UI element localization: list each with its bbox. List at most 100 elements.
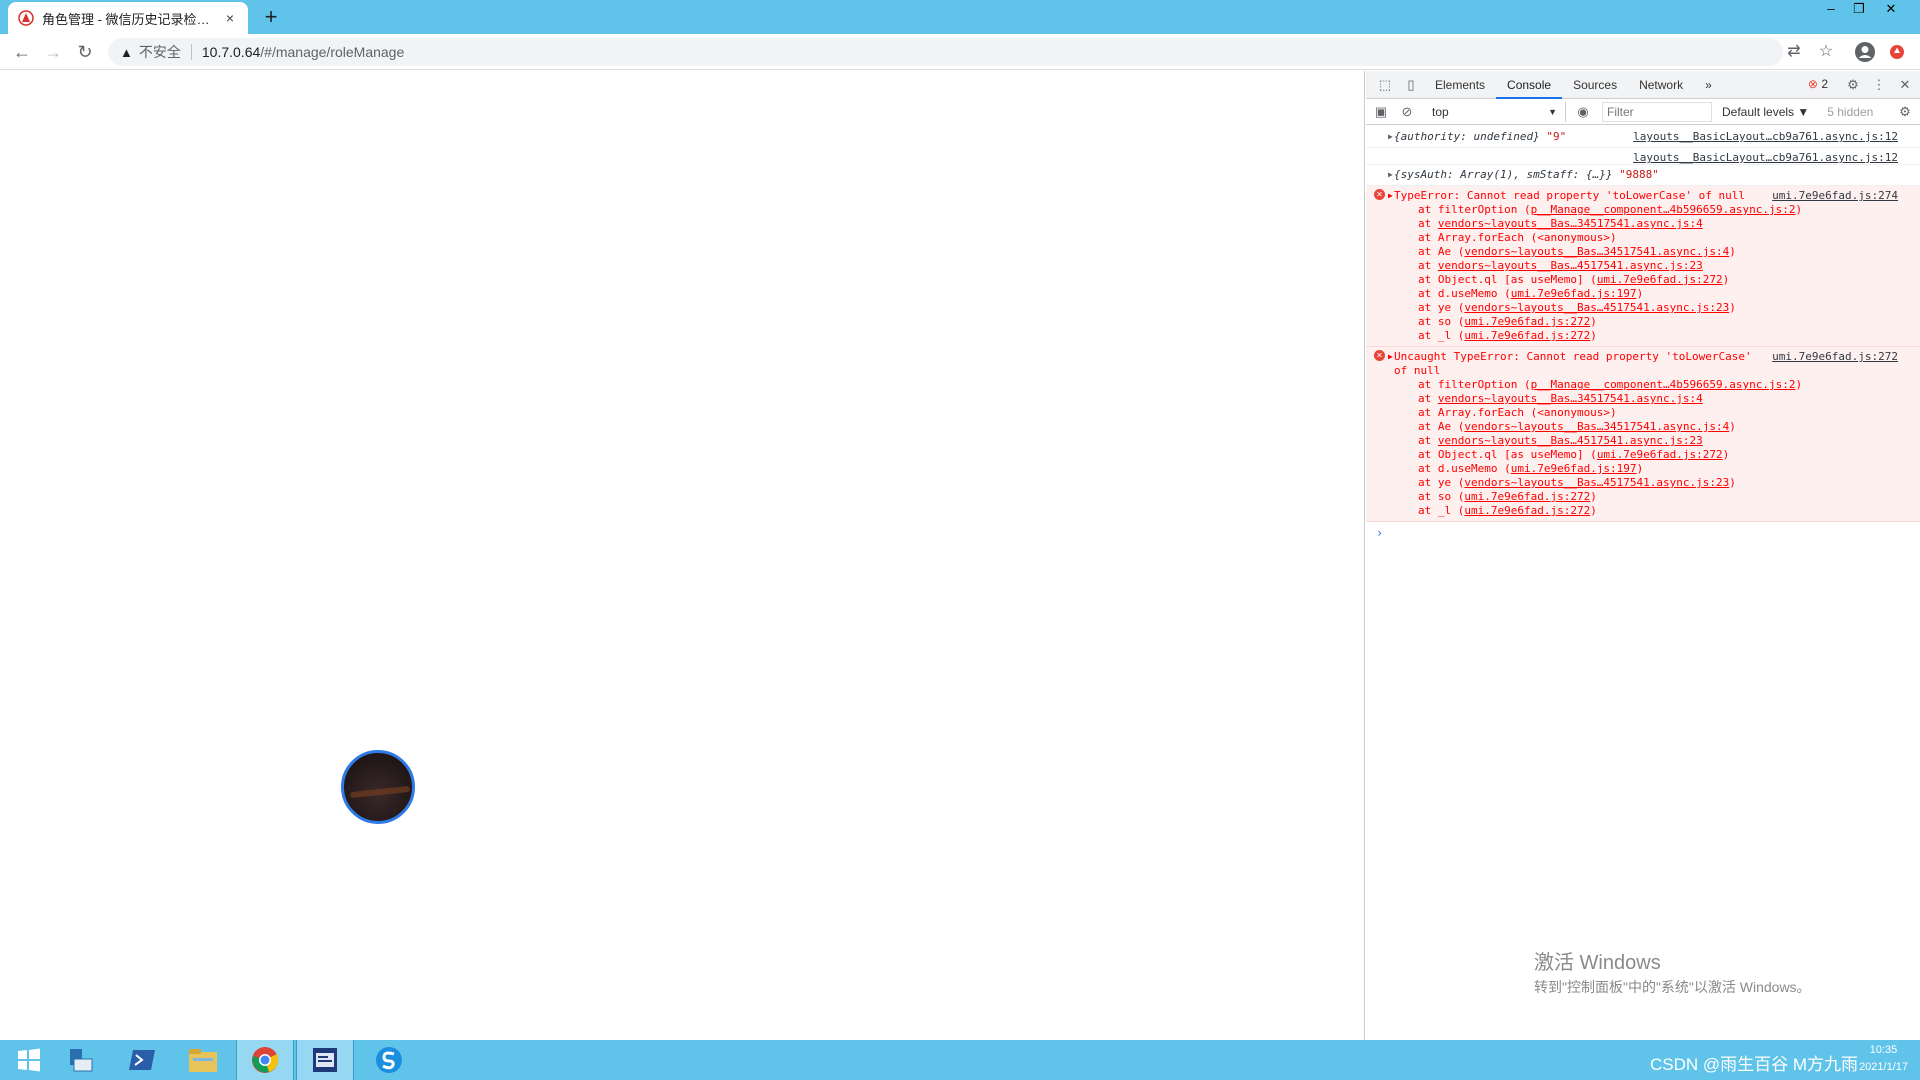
log-entry[interactable]: ▶ {authority: undefined} "9" layouts__Ba… [1366, 127, 1920, 148]
stack-frame-link[interactable]: p__Manage__component…4b596659.async.js:2 [1531, 203, 1796, 216]
stack-frame-close: ) [1729, 245, 1736, 258]
more-tabs-icon[interactable]: » [1694, 71, 1723, 99]
stack-frame-close: ) [1722, 273, 1730, 286]
terminal-app-icon[interactable] [296, 1040, 354, 1080]
clear-console-icon[interactable]: ⊘ [1394, 99, 1420, 125]
sidebar-toggle-icon[interactable]: ▣ [1368, 99, 1394, 125]
profile-avatar-icon[interactable] [1853, 40, 1877, 64]
stack-frame: at _l (umi.7e9e6fad.js:272) [1418, 329, 1896, 343]
live-expression-eye-icon[interactable]: ◉ [1570, 99, 1596, 125]
stack-frame-close: ) [1590, 490, 1597, 503]
back-icon[interactable]: ← [10, 40, 34, 64]
start-button[interactable] [0, 1040, 58, 1080]
console-settings-icon[interactable]: ⚙ [1892, 99, 1918, 125]
omnibox-divider [190, 44, 192, 60]
stack-frame-link[interactable]: vendors~layouts__Bas…34517541.async.js:4 [1438, 392, 1703, 405]
stack-frame-link[interactable]: umi.7e9e6fad.js:272 [1597, 273, 1723, 286]
expand-triangle-icon[interactable]: ▶ [1388, 130, 1393, 144]
stack-frame: at d.useMemo (umi.7e9e6fad.js:197) [1418, 287, 1896, 301]
extension-icon[interactable] [1885, 40, 1909, 64]
tab-sources[interactable]: Sources [1562, 71, 1628, 99]
stack-frame-close: ) [1590, 329, 1597, 342]
error-entry[interactable]: ✕ ▶ Uncaught TypeError: Cannot read prop… [1366, 347, 1920, 522]
stack-frame-link[interactable]: umi.7e9e6fad.js:272 [1464, 329, 1590, 342]
device-toolbar-icon[interactable]: ▯ [1398, 72, 1424, 98]
stack-frame-function: at so ( [1418, 490, 1465, 503]
stack-frame-link[interactable]: umi.7e9e6fad.js:272 [1464, 490, 1590, 503]
close-devtools-icon[interactable]: ✕ [1892, 72, 1918, 98]
log-source-link[interactable]: layouts__BasicLayout…cb9a761.async.js:12 [1633, 130, 1898, 144]
stack-frame: at Array.forEach (<anonymous>) [1418, 231, 1896, 245]
stack-frame-close: ) [1729, 301, 1736, 314]
expand-triangle-icon[interactable]: ▶ [1388, 168, 1393, 182]
restore-button[interactable]: ❐ [1846, 0, 1872, 20]
tab-close-icon[interactable]: × [222, 10, 238, 26]
tab-network[interactable]: Network [1628, 71, 1694, 99]
inspect-element-icon[interactable]: ⬚ [1372, 72, 1398, 98]
stack-frame-link[interactable]: umi.7e9e6fad.js:272 [1464, 315, 1590, 328]
error-entry[interactable]: ✕ ▶ TypeError: Cannot read property 'toL… [1366, 186, 1920, 347]
log-string: "9" [1539, 130, 1567, 143]
expand-triangle-icon[interactable]: ▶ [1388, 350, 1393, 364]
file-explorer-icon[interactable] [174, 1040, 232, 1080]
system-clock[interactable]: 10:35 2021/1/17 [1859, 1042, 1908, 1076]
error-source-link[interactable]: umi.7e9e6fad.js:274 [1772, 189, 1898, 203]
stack-frame-link[interactable]: vendors~layouts__Bas…34517541.async.js:4 [1464, 420, 1729, 433]
minimize-button[interactable]: – [1818, 0, 1844, 20]
chrome-taskbar-icon[interactable] [236, 1040, 294, 1080]
stack-frame-link[interactable]: vendors~layouts__Bas…4517541.async.js:23 [1438, 434, 1703, 447]
tab-title: 角色管理 - 微信历史记录检索系 [42, 11, 222, 27]
stack-frame-link[interactable]: umi.7e9e6fad.js:272 [1464, 504, 1590, 517]
page-content [0, 71, 1365, 1040]
stack-frame-function: at Object.ql [as useMemo] ( [1418, 448, 1597, 461]
log-levels-dropdown[interactable]: Default levels ▼ [1722, 105, 1809, 119]
reload-icon[interactable]: ↻ [73, 40, 97, 64]
windows-taskbar: CSDN @雨生百谷 M方九雨 10:35 2021/1/17 [0, 1040, 1920, 1080]
bookmark-star-icon[interactable]: ☆ [1814, 40, 1838, 64]
browser-tab[interactable]: 角色管理 - 微信历史记录检索系 × [8, 2, 248, 34]
log-entry[interactable]: ▶ {sysAuth: Array(1), smStaff: {…}} "988… [1366, 165, 1920, 186]
translate-icon[interactable]: ⇄ [1782, 40, 1806, 64]
log-object: {sysAuth: Array(1), smStaff: {…}} [1394, 168, 1613, 181]
stack-frame: at Array.forEach (<anonymous>) [1418, 406, 1896, 420]
kebab-menu-icon[interactable]: ⋮ [1866, 72, 1892, 98]
browser-titlebar: 角色管理 - 微信历史记录检索系 × + – ❐ ✕ [0, 0, 1920, 34]
stack-frame-link[interactable]: vendors~layouts__Bas…4517541.async.js:23 [1464, 301, 1729, 314]
powershell-icon[interactable] [113, 1040, 171, 1080]
stack-trace: at filterOption (p__Manage__component…4b… [1418, 378, 1896, 518]
sogou-input-icon[interactable] [360, 1040, 418, 1080]
stack-frame-link[interactable]: umi.7e9e6fad.js:197 [1511, 462, 1637, 475]
log-source-link[interactable]: layouts__BasicLayout…cb9a761.async.js:12 [1633, 151, 1898, 165]
log-entry[interactable]: layouts__BasicLayout…cb9a761.async.js:12 [1366, 148, 1920, 165]
tab-console[interactable]: Console [1496, 71, 1563, 99]
stack-frame: at filterOption (p__Manage__component…4b… [1418, 378, 1896, 392]
stack-frame-function: at _l ( [1418, 504, 1465, 517]
stack-frame-link[interactable]: vendors~layouts__Bas…34517541.async.js:4 [1438, 217, 1703, 230]
error-dot-icon: ⊗ [1807, 77, 1818, 91]
context-select[interactable]: top ▼ [1426, 101, 1566, 122]
tab-elements[interactable]: Elements [1424, 71, 1496, 99]
stack-frame-link[interactable]: vendors~layouts__Bas…4517541.async.js:23 [1438, 259, 1703, 272]
error-icon: ✕ [1374, 189, 1385, 200]
stack-frame-link[interactable]: vendors~layouts__Bas…34517541.async.js:4 [1464, 245, 1729, 258]
url-host: 10.7.0.64 [201, 44, 261, 60]
stack-frame-link[interactable]: vendors~layouts__Bas…4517541.async.js:23 [1464, 476, 1729, 489]
forward-icon[interactable]: → [41, 40, 65, 64]
console-prompt[interactable]: › [1366, 522, 1920, 540]
server-manager-icon[interactable] [52, 1040, 110, 1080]
new-tab-button[interactable]: + [258, 4, 284, 30]
error-source-link[interactable]: umi.7e9e6fad.js:272 [1772, 350, 1898, 364]
filter-input[interactable] [1602, 101, 1712, 122]
stack-frame-close: ) [1590, 504, 1597, 517]
stack-frame-link[interactable]: umi.7e9e6fad.js:272 [1597, 448, 1723, 461]
error-count-badge[interactable]: ⊗ 2 [1808, 77, 1828, 91]
address-bar[interactable]: ▲ 不安全 10.7.0.64 /#/manage/roleManage [108, 38, 1783, 66]
stack-frame: at _l (umi.7e9e6fad.js:272) [1418, 504, 1896, 518]
stack-frame-link[interactable]: p__Manage__component…4b596659.async.js:2 [1531, 378, 1796, 391]
expand-triangle-icon[interactable]: ▶ [1388, 189, 1393, 203]
close-window-button[interactable]: ✕ [1878, 0, 1904, 20]
hidden-count: 5 hidden [1827, 104, 1874, 119]
stack-frame-function: at filterOption ( [1418, 203, 1531, 216]
settings-gear-icon[interactable]: ⚙ [1840, 72, 1866, 98]
stack-frame-link[interactable]: umi.7e9e6fad.js:197 [1511, 287, 1637, 300]
